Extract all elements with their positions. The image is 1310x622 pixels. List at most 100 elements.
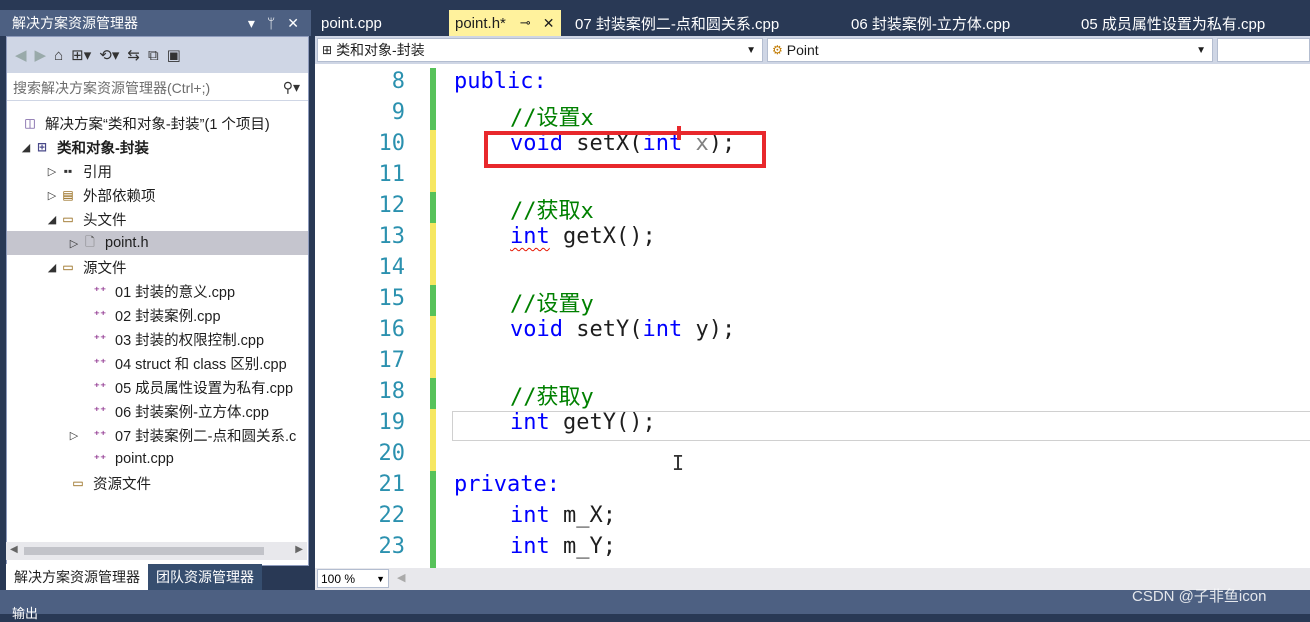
zoom-value: 100 % <box>321 571 356 586</box>
collapse-all-icon[interactable]: ⧉ <box>148 47 159 64</box>
pin-icon[interactable]: ⊸ <box>520 15 531 31</box>
properties-icon[interactable]: ▣ <box>167 46 181 64</box>
code-line[interactable]: void setY(int y); <box>510 317 735 342</box>
tree-node-solution[interactable]: ◫ 解决方案“类和对象-封装”(1 个项目) <box>21 111 269 135</box>
output-panel-header[interactable]: 输出 <box>0 590 1310 621</box>
tab-label: 06 封装案例-立方体.cpp <box>851 15 1011 33</box>
tree-node-cpp-file[interactable]: ⁺⁺ 04 struct 和 class 区别.cpp <box>91 351 287 375</box>
code-text: public: <box>454 69 547 94</box>
tree-label: 外部依赖项 <box>83 188 156 205</box>
function-dropdown[interactable] <box>1217 38 1310 62</box>
collapse-arrow-icon[interactable]: ◢ <box>45 261 59 274</box>
scrollbar-thumb[interactable] <box>24 547 264 555</box>
line-number: 22 <box>378 503 406 528</box>
cpp-file-icon: ⁺⁺ <box>93 332 107 346</box>
code-line[interactable]: int getX(); <box>510 224 656 249</box>
navigation-bar: ⊞ 类和对象-封装 ▼ ⚙ Point ▼ <box>315 36 1310 64</box>
tab-06-cpp[interactable]: 06 封装案例-立方体.cpp <box>851 10 1010 36</box>
code-line[interactable]: int getY(); <box>510 410 656 435</box>
tree-node-point-h[interactable]: ▷ 🗋 point.h <box>7 231 308 255</box>
project-icon: ⊞ <box>36 140 48 154</box>
expand-arrow-icon[interactable]: ▷ <box>45 189 59 202</box>
scroll-left-icon[interactable]: ◀ <box>397 571 405 584</box>
tab-05-cpp[interactable]: 05 成员属性设置为私有.cpp <box>1081 10 1265 36</box>
line-number: 10 <box>378 131 406 156</box>
scope-dropdown[interactable]: ⊞ 类和对象-封装 ▼ <box>317 38 763 62</box>
code-editor[interactable]: 8 9 10 11 12 13 14 15 16 17 18 19 20 21 … <box>315 64 1310 568</box>
chevron-down-icon[interactable]: ▼ <box>746 45 756 56</box>
tree-node-cpp-file[interactable]: ⁺⁺ 06 封装案例-立方体.cpp <box>91 399 269 423</box>
tree-node-external-deps[interactable]: ▷ ▤ 外部依赖项 <box>45 183 156 207</box>
tree-node-cpp-file[interactable]: ⁺⁺ 02 封装案例.cpp <box>91 303 221 327</box>
tab-point-cpp[interactable]: point.cpp <box>321 10 382 36</box>
code-line[interactable]: //设置y <box>510 286 594 318</box>
close-icon[interactable]: ✕ <box>543 15 555 32</box>
horizontal-scrollbar[interactable]: ◀ ▶ <box>6 542 307 560</box>
line-number: 9 <box>391 100 405 125</box>
code-text: private: <box>454 472 560 497</box>
expand-arrow-icon[interactable]: ▷ <box>67 429 81 442</box>
code-line[interactable]: private: <box>454 472 560 497</box>
code-line[interactable]: public: <box>454 69 547 94</box>
scroll-left-icon[interactable]: ◀ <box>10 544 18 555</box>
forward-icon[interactable]: ▶ <box>35 46 47 64</box>
line-number: 20 <box>378 441 406 466</box>
member-dropdown[interactable]: ⚙ Point ▼ <box>767 38 1213 62</box>
tree-node-resource-files[interactable]: ▭ 资源文件 <box>69 471 151 495</box>
chevron-down-icon[interactable]: ▼ <box>376 574 385 584</box>
header-file-icon: 🗋 <box>85 234 95 249</box>
tab-point-h[interactable]: point.h* ⊸ ✕ <box>449 10 561 36</box>
member-value: Point <box>786 42 819 58</box>
watermark: CSDN @子非鱼icon <box>1132 588 1267 605</box>
back-icon[interactable]: ◀ <box>15 46 27 64</box>
external-deps-icon: ▤ <box>62 188 74 202</box>
history-icon[interactable]: ⟲▾ <box>99 46 119 64</box>
code-line[interactable]: //获取x <box>510 193 594 225</box>
cpp-file-icon: ⁺⁺ <box>93 308 107 322</box>
tree-node-cpp-file[interactable]: ▷ ⁺⁺ 07 封装案例二-点和圆关系.c <box>67 423 297 447</box>
tree-node-project[interactable]: ◢ ⊞ 类和对象-封装 <box>19 135 149 159</box>
tree-label: 04 struct 和 class 区别.cpp <box>115 356 287 373</box>
switch-views-icon[interactable]: ⊞▾ <box>71 46 91 64</box>
solution-explorer-tabs: 解决方案资源管理器 团队资源管理器 <box>6 564 311 590</box>
cpp-file-icon: ⁺⁺ <box>93 404 107 418</box>
sync-icon[interactable]: ⇆ <box>127 46 140 64</box>
tree-node-header-files[interactable]: ◢ ▭ 头文件 <box>45 207 127 231</box>
collapse-arrow-icon[interactable]: ◢ <box>19 141 33 154</box>
expand-arrow-icon[interactable]: ▷ <box>67 237 81 250</box>
tree-node-source-files[interactable]: ◢ ▭ 源文件 <box>45 255 127 279</box>
expand-arrow-icon[interactable]: ▷ <box>45 165 59 178</box>
pin-icon[interactable]: ᛘ <box>267 15 275 32</box>
close-icon[interactable]: ✕ <box>287 15 299 32</box>
chevron-down-icon[interactable]: ▼ <box>1196 45 1206 56</box>
tree-node-cpp-file[interactable]: ⁺⁺ 01 封装的意义.cpp <box>91 279 235 303</box>
code-line[interactable]: int m_Y; <box>510 534 616 559</box>
home-icon[interactable]: ⌂ <box>54 47 63 64</box>
tree-node-cpp-file[interactable]: ⁺⁺ 03 封装的权限控制.cpp <box>91 327 264 351</box>
code-line[interactable]: int m_X; <box>510 503 616 528</box>
code-line[interactable]: //设置x <box>510 100 594 132</box>
tree-label: point.h <box>105 235 149 251</box>
zoom-dropdown[interactable]: 100 % ▼ <box>317 569 389 588</box>
tree-node-references[interactable]: ▷ ▪▪ 引用 <box>45 159 112 183</box>
dropdown-icon[interactable]: ▾ <box>248 15 255 32</box>
solution-icon: ◫ <box>24 116 36 130</box>
tab-solution-explorer[interactable]: 解决方案资源管理器 <box>6 564 148 590</box>
solution-search-input[interactable]: 搜索解决方案资源管理器(Ctrl+;) ⚲▾ <box>7 75 308 101</box>
line-number: 12 <box>378 193 406 218</box>
search-icon[interactable]: ⚲▾ <box>283 79 300 96</box>
tree-label: 05 成员属性设置为私有.cpp <box>115 380 294 397</box>
line-number: 19 <box>378 410 406 435</box>
editor-tab-strip: point.cpp point.h* ⊸ ✕ 07 封装案例二-点和圆关系.cp… <box>315 8 1310 36</box>
collapse-arrow-icon[interactable]: ◢ <box>45 213 59 226</box>
solution-tree: ◫ 解决方案“类和对象-封装”(1 个项目) ◢ ⊞ 类和对象-封装 ▷ ▪▪ … <box>7 107 308 537</box>
tab-07-cpp[interactable]: 07 封装案例二-点和圆关系.cpp <box>575 10 779 36</box>
tree-label: 01 封装的意义.cpp <box>115 284 236 301</box>
tab-team-explorer[interactable]: 团队资源管理器 <box>148 564 262 590</box>
code-line[interactable]: //获取y <box>510 379 594 411</box>
tree-label: 头文件 <box>83 212 127 229</box>
line-number: 16 <box>378 317 406 342</box>
scroll-right-icon[interactable]: ▶ <box>295 544 303 555</box>
tree-node-cpp-file[interactable]: ⁺⁺ point.cpp <box>91 447 174 471</box>
tree-node-cpp-file[interactable]: ⁺⁺ 05 成员属性设置为私有.cpp <box>91 375 293 399</box>
